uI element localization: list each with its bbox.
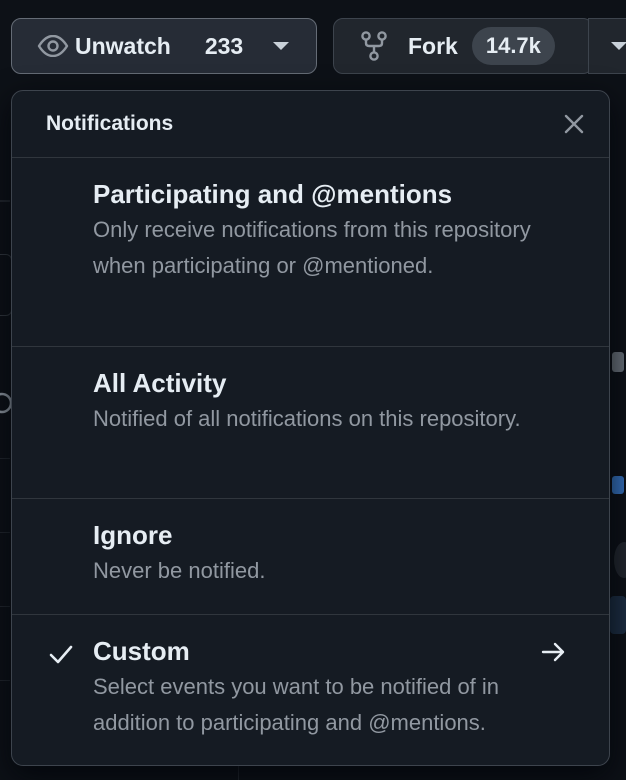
notifications-menu: Notifications Participating and @mention…	[11, 90, 610, 766]
bg-divider	[238, 766, 239, 780]
menu-header: Notifications	[12, 91, 609, 158]
option-custom[interactable]: Custom Select events you want to be noti…	[12, 615, 609, 765]
close-icon[interactable]	[561, 111, 587, 137]
bg-divider	[0, 606, 10, 607]
option-all-activity[interactable]: All Activity Notified of all notificatio…	[12, 347, 609, 499]
option-participating-and-mentions[interactable]: Participating and @mentions Only receive…	[12, 158, 609, 347]
bg-link-fragment	[610, 470, 626, 498]
option-title: All Activity	[93, 368, 227, 398]
bg-topic-fragment	[610, 594, 626, 636]
fork-label: Fork	[408, 32, 458, 59]
option-description: Never be notified.	[93, 558, 266, 583]
unwatch-button[interactable]: Unwatch 233	[11, 18, 317, 74]
fork-dropdown-button[interactable]	[588, 18, 626, 74]
bg-divider	[0, 532, 10, 533]
option-description: Select events you want to be notified of…	[93, 674, 500, 735]
option-title: Ignore	[93, 520, 173, 550]
option-title: Participating and @mentions	[93, 179, 453, 209]
bg-divider	[0, 458, 10, 459]
bg-divider	[0, 680, 10, 681]
fork-button[interactable]: Fork 14.7k	[333, 18, 593, 74]
menu-title: Notifications	[46, 112, 174, 135]
option-description: Only receive notifications from this rep…	[93, 217, 531, 278]
triangle-down-icon	[273, 42, 290, 50]
repo-forked-icon	[360, 31, 390, 61]
option-ignore[interactable]: Ignore Never be notified.	[12, 499, 609, 615]
arrow-right-icon	[541, 639, 567, 665]
check-icon	[48, 641, 74, 667]
bg-text-fragment	[610, 344, 626, 378]
fork-count: 14.7k	[471, 27, 555, 65]
triangle-down-icon	[611, 42, 626, 50]
page: Unwatch 233 Fork 14.7k Notifications Par…	[0, 0, 626, 780]
option-title: Custom	[93, 636, 190, 666]
bg-pill-fragment	[610, 540, 626, 580]
watchers-count: 233	[204, 32, 244, 59]
option-description: Notified of all notifications on this re…	[93, 406, 521, 431]
eye-icon	[37, 34, 71, 58]
unwatch-label: Unwatch	[75, 32, 171, 59]
bg-divider	[0, 200, 10, 202]
